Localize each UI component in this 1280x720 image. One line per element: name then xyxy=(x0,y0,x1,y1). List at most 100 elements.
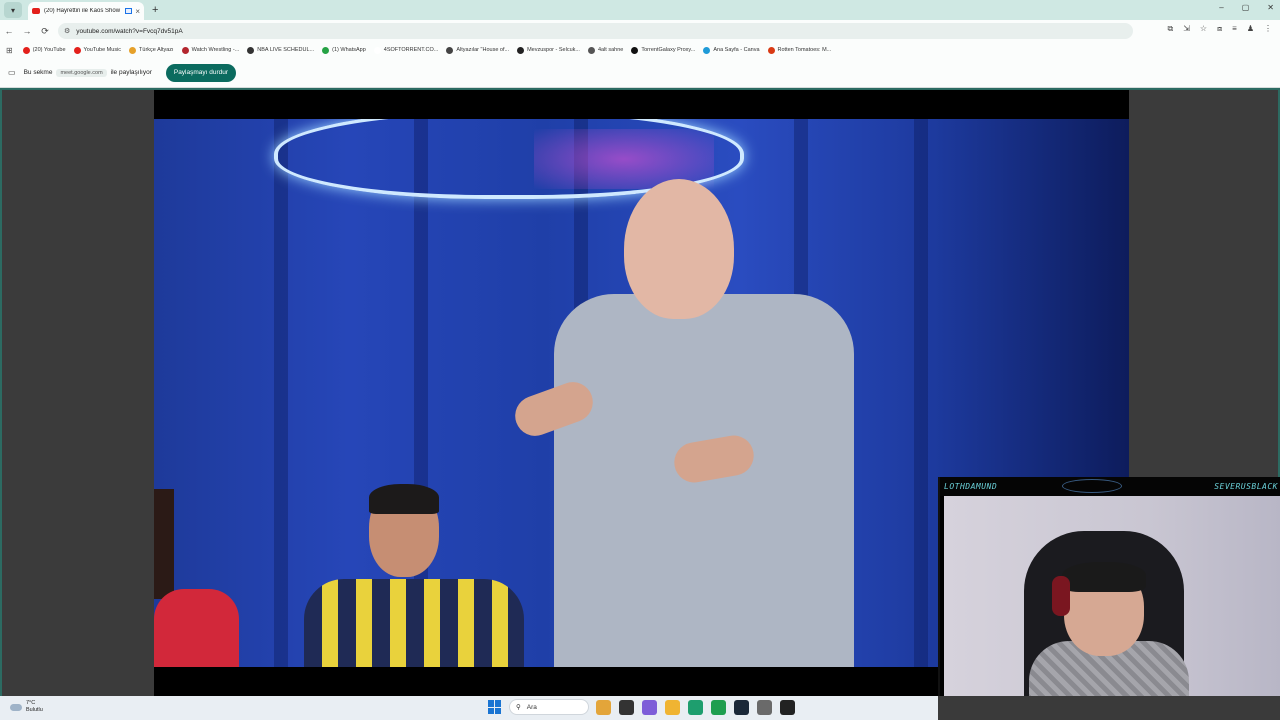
bookmark-favicon-icon xyxy=(703,46,711,54)
taskbar-app-icon[interactable] xyxy=(596,699,611,715)
browser-toolbar: ← → ⟳ ⚙ youtube.com/watch?v=Fvcq7dv51pA … xyxy=(0,20,1280,42)
bookmark-item[interactable]: (20) YouTube xyxy=(22,46,66,54)
extensions-icon[interactable]: ⧈ xyxy=(1217,24,1222,34)
bookmark-item[interactable]: NBA LIVE SCHEDUL... xyxy=(247,46,315,54)
window-controls: – ▢ ✕ xyxy=(1219,3,1274,12)
bookmark-favicon-icon xyxy=(22,46,30,54)
back-button[interactable]: ← xyxy=(0,26,18,36)
share-prefix: Bu sekme xyxy=(23,69,53,76)
bookmark-favicon-icon xyxy=(181,46,189,54)
bookmark-star-icon[interactable]: ☆ xyxy=(1200,24,1207,34)
bookmark-item[interactable]: Mevzuspor - Selcuk... xyxy=(517,46,580,54)
speaker-head xyxy=(624,179,734,319)
tab-title: (20) Hayrettin ile Kaos Show xyxy=(44,8,121,14)
bookmark-favicon-icon xyxy=(631,46,639,54)
share-domain: meet.google.com xyxy=(56,68,107,77)
bookmark-favicon-icon xyxy=(322,46,330,54)
weather-temp: 7°C xyxy=(26,700,36,706)
cloud-icon xyxy=(10,703,22,711)
bookmark-label: (1) WhatsApp xyxy=(332,47,366,53)
taskbar-search-placeholder: Ara xyxy=(526,703,537,711)
taskbar-apps xyxy=(596,699,795,715)
taskbar-app-icon[interactable] xyxy=(780,699,795,715)
bookmark-favicon-icon xyxy=(517,46,525,54)
bookmark-favicon-icon xyxy=(73,46,81,54)
webcam-name-right: SEVERUSBLACK xyxy=(1214,482,1278,491)
bookmark-list: (20) YouTube YouTube Music Türkçe Altyazı W… xyxy=(22,46,840,54)
bookmark-favicon-icon xyxy=(767,46,775,54)
bookmark-label: (20) YouTube xyxy=(32,47,66,53)
webcam-overlay: LOTHDAMUND SEVERUSBLACK xyxy=(938,477,1280,696)
bookmark-item[interactable]: 4alt sahne xyxy=(587,46,624,54)
bookmark-label: NBA LIVE SCHEDUL... xyxy=(257,47,315,53)
taskbar-app-icon[interactable] xyxy=(642,699,657,715)
reading-list-icon[interactable]: ≡ xyxy=(1232,24,1237,34)
bookmark-label: 4alt sahne xyxy=(597,47,624,53)
bookmark-label: Altyazılar "House of... xyxy=(456,47,510,53)
new-tab-button[interactable]: + xyxy=(152,4,158,16)
taskbar-app-icon[interactable] xyxy=(619,699,634,715)
windows-taskbar: 7°C Bulutlu ⚲ Ara xyxy=(0,696,938,720)
apps-grid-icon[interactable]: ⊞ xyxy=(6,46,13,55)
bookmark-favicon-icon xyxy=(587,46,595,54)
bookmark-favicon-icon xyxy=(373,46,381,54)
bookmark-label: Türkçe Altyazı xyxy=(139,47,174,53)
headphone-icon xyxy=(1052,576,1070,616)
bookmark-item[interactable]: Altyazılar "House of... xyxy=(446,46,510,54)
bookmark-favicon-icon xyxy=(129,46,137,54)
webcam-logo-icon xyxy=(1062,479,1122,493)
audience-member-left xyxy=(154,589,239,667)
reload-button[interactable]: ⟳ xyxy=(36,26,54,37)
search-icon: ⚲ xyxy=(516,704,521,711)
bookmark-label: YouTube Music xyxy=(83,47,122,53)
bookmark-item[interactable]: 4SOFTORRENT.CO... xyxy=(373,46,439,54)
taskbar-app-icon[interactable] xyxy=(734,699,749,715)
stop-sharing-button[interactable]: Paylaşmayı durdur xyxy=(165,63,237,82)
tab-close-icon[interactable]: × xyxy=(135,7,140,16)
close-window-button[interactable]: ✕ xyxy=(1267,3,1274,12)
share-suffix: ile paylaşılıyor xyxy=(110,69,152,76)
more-menu-icon[interactable]: ⋮ xyxy=(1264,24,1272,34)
toolbar-actions: ⧉ ⇲ ☆ ⧈ ≡ ♟ ⋮ xyxy=(1167,24,1272,34)
browser-titlebar: ▾ (20) Hayrettin ile Kaos Show × + – ▢ ✕ xyxy=(0,0,1280,20)
translate-icon[interactable]: ⧉ xyxy=(1167,24,1173,34)
profile-icon[interactable]: ♟ xyxy=(1247,24,1254,34)
address-url: youtube.com/watch?v=Fvcq7dv51pA xyxy=(76,27,183,35)
bookmark-favicon-icon xyxy=(247,46,255,54)
windows-start-icon[interactable] xyxy=(488,700,502,714)
audience-member-jersey xyxy=(304,579,524,667)
webcam-name-left: LOTHDAMUND xyxy=(944,482,998,491)
active-tab[interactable]: (20) Hayrettin ile Kaos Show × xyxy=(28,2,144,20)
taskbar-app-icon[interactable] xyxy=(665,699,680,715)
cast-icon[interactable]: ⇲ xyxy=(1183,24,1190,34)
bookmark-item[interactable]: YouTube Music xyxy=(73,46,122,54)
address-bar[interactable]: ⚙ youtube.com/watch?v=Fvcq7dv51pA xyxy=(58,23,1133,39)
tab-search-menu-button[interactable]: ▾ xyxy=(4,2,22,18)
taskbar-app-icon[interactable] xyxy=(711,699,726,715)
bookmark-label: 4SOFTORRENT.CO... xyxy=(383,47,439,53)
bookmark-item[interactable]: Rotten Tomatoes: M... xyxy=(767,46,832,54)
bookmark-favicon-icon xyxy=(446,46,454,54)
bookmark-item[interactable]: Watch Wrestling -... xyxy=(181,46,240,54)
bookmark-item[interactable]: (1) WhatsApp xyxy=(322,46,366,54)
taskbar-app-icon[interactable] xyxy=(688,699,703,715)
youtube-favicon-icon xyxy=(32,8,40,14)
weather-condition: Bulutlu xyxy=(26,707,43,713)
forward-button[interactable]: → xyxy=(18,26,36,36)
bookmark-item[interactable]: Türkçe Altyazı xyxy=(129,46,174,54)
bookmark-label: Ana Sayfa - Canva xyxy=(713,47,760,53)
taskbar-app-icon[interactable] xyxy=(757,699,772,715)
bookmark-item[interactable]: Ana Sayfa - Canva xyxy=(703,46,760,54)
bookmark-label: Rotten Tomatoes: M... xyxy=(777,47,832,53)
site-info-icon[interactable]: ⚙ xyxy=(64,27,70,35)
taskbar-search[interactable]: ⚲ Ara xyxy=(509,699,589,715)
weather-widget[interactable]: 7°C Bulutlu xyxy=(10,700,43,714)
webcam-feed xyxy=(944,496,1280,696)
maximize-button[interactable]: ▢ xyxy=(1242,3,1250,12)
minimize-button[interactable]: – xyxy=(1219,3,1223,12)
taskbar-center: ⚲ Ara xyxy=(488,699,795,715)
bookmark-label: Watch Wrestling -... xyxy=(191,47,240,53)
bookmarks-bar: ⊞ (20) YouTube YouTube Music Türkçe Altyaz… xyxy=(0,42,1280,58)
screen-share-icon: ▭ xyxy=(8,68,16,77)
bookmark-item[interactable]: TorrentGalaxy Proxy... xyxy=(631,46,695,54)
